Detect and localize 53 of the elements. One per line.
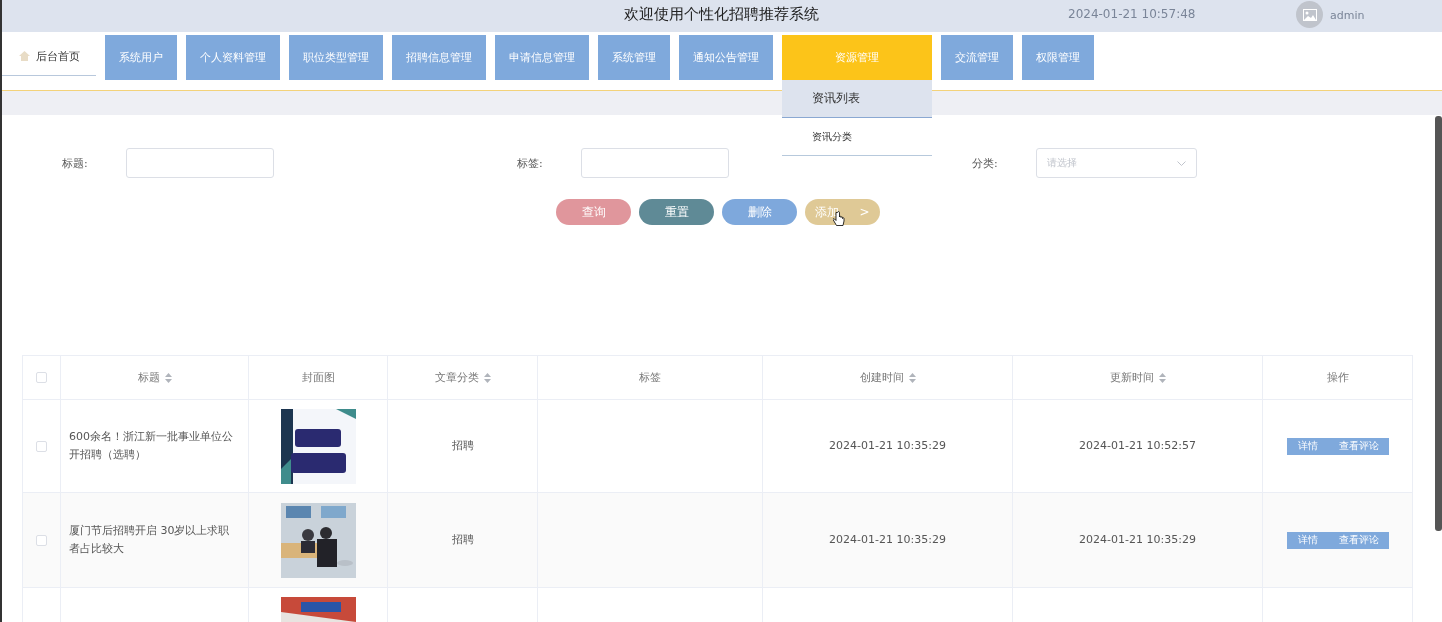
home-icon bbox=[18, 51, 30, 61]
input-field[interactable] bbox=[581, 148, 729, 178]
scrollbar[interactable] bbox=[1435, 116, 1442, 531]
row-checkbox[interactable] bbox=[36, 440, 47, 452]
window-title: 欢迎使用个性化招聘推荐系统 bbox=[624, 5, 819, 24]
sort-icon[interactable] bbox=[164, 372, 172, 383]
username[interactable]: admin bbox=[1330, 9, 1365, 22]
row-action-button[interactable]: 详情 bbox=[1286, 531, 1329, 549]
action-button[interactable]: 查询 bbox=[556, 199, 631, 225]
nav-tab[interactable]: 权限管理 bbox=[1022, 35, 1094, 80]
nav-tab[interactable]: 个人资料管理 bbox=[186, 35, 280, 80]
table-cell-text: 600余名！浙江新一批事业单位公开招聘（选聘） bbox=[69, 429, 234, 463]
nav-tab[interactable]: 职位类型管理 bbox=[289, 35, 383, 80]
table-cell-text: 招聘 bbox=[451, 532, 474, 548]
table-cell-text: 2024-01-21 10:35:29 bbox=[1079, 532, 1196, 548]
nav-tab[interactable]: 系统用户 bbox=[105, 35, 177, 80]
column-header: 标签 bbox=[639, 369, 661, 386]
table-cell-text: 厦门节后招聘开启 30岁以上求职者占比较大 bbox=[69, 523, 231, 557]
nav-tab[interactable]: 通知公告管理 bbox=[679, 35, 773, 80]
column-header[interactable]: 文章分类 bbox=[434, 368, 491, 387]
sort-icon[interactable] bbox=[1158, 372, 1166, 383]
table-cell-text: 2024-01-21 10:35:29 bbox=[829, 438, 946, 454]
column-header[interactable]: 创建时间 bbox=[859, 368, 916, 387]
field-label: 标题: bbox=[62, 155, 89, 171]
sort-icon[interactable] bbox=[483, 372, 491, 383]
nav-tab[interactable]: 系统管理 bbox=[598, 35, 670, 80]
table-cell-text: 2024-01-21 10:52:57 bbox=[1079, 438, 1196, 454]
submenu-item[interactable]: 资讯列表 bbox=[782, 80, 932, 118]
datetime: 2024-01-21 10:57:48 bbox=[1068, 7, 1196, 21]
row-action-button[interactable]: 查看评论 bbox=[1328, 531, 1389, 549]
column-header: 封面图 bbox=[301, 369, 335, 386]
field-label: 标签: bbox=[517, 155, 544, 171]
select-all-checkbox[interactable] bbox=[36, 372, 47, 383]
row-checkbox[interactable] bbox=[36, 534, 47, 546]
nav-tab[interactable]: 资源管理 bbox=[782, 35, 932, 80]
column-header[interactable]: 更新时间 bbox=[1109, 368, 1166, 387]
chevron-down-icon bbox=[1177, 160, 1186, 166]
column-header[interactable]: 标题 bbox=[137, 368, 172, 387]
table-cell-text: 招聘 bbox=[451, 438, 474, 454]
avatar-icon[interactable] bbox=[1296, 1, 1323, 28]
nav-tab[interactable]: 申请信息管理 bbox=[495, 35, 589, 80]
nav-tab[interactable]: 招聘信息管理 bbox=[392, 35, 486, 80]
row-action-button[interactable]: 查看评论 bbox=[1328, 437, 1389, 455]
input-field[interactable] bbox=[126, 148, 274, 178]
row-action-button[interactable]: 详情 bbox=[1286, 437, 1329, 455]
sort-icon[interactable] bbox=[908, 372, 916, 383]
field-label: 分类: bbox=[972, 155, 999, 171]
action-button[interactable]: 重置 bbox=[639, 199, 714, 225]
column-header: 操作 bbox=[1326, 369, 1349, 386]
action-button[interactable]: 删除 bbox=[722, 199, 797, 225]
home-tab[interactable]: 后台首页 bbox=[2, 37, 96, 76]
table-cell-text: 2024-01-21 10:35:29 bbox=[829, 532, 946, 548]
nav-tab[interactable]: 交流管理 bbox=[941, 35, 1013, 80]
